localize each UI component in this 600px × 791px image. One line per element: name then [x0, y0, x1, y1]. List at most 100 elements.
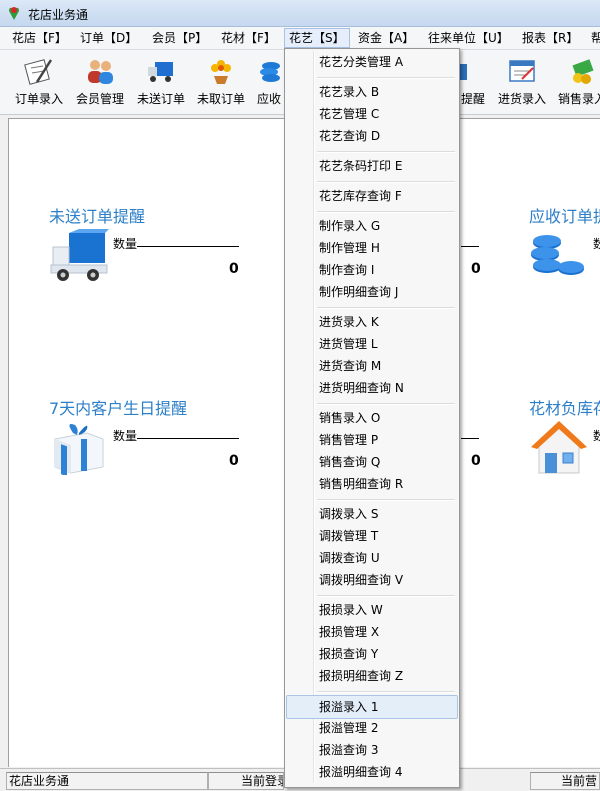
title-bar: 花店业务通 — [0, 0, 600, 27]
menu-item[interactable]: 花艺查询 D — [287, 125, 457, 147]
menu-item-label: 花艺查询 D — [319, 129, 381, 143]
menu-item[interactable]: 花艺管理 C — [287, 103, 457, 125]
menu-item[interactable]: 销售管理 P — [287, 429, 457, 451]
menu-item-label: 报损录入 W — [319, 603, 383, 617]
menu-item[interactable]: 花艺分类管理 A — [287, 51, 457, 73]
middle-top-qty-value: 0 — [471, 261, 481, 277]
toolbar-label: 未送订单 — [136, 92, 185, 106]
birthday-reminder-title[interactable]: 7天内客户生日提醒 — [49, 395, 187, 419]
menu-item-label: 报损管理 X — [319, 625, 380, 639]
menu-item-label: 销售明细查询 R — [319, 477, 404, 491]
menu-bar: 花店【F】 订单【D】 会员【P】 花材【F】 花艺【S】 资金【A】 往来单位… — [0, 27, 600, 50]
menu-item-label: 报溢录入 1 — [319, 700, 379, 714]
menu-item[interactable]: 进货明细查询 N — [287, 377, 457, 399]
toolbar-label: 进货录入 — [497, 92, 546, 106]
toolbar-purchase-entry-button[interactable]: 进货录入 — [494, 54, 550, 110]
menu-order[interactable]: 订单【D】 — [76, 29, 141, 47]
menu-separator — [317, 151, 455, 153]
menu-item-label: 调拨管理 T — [319, 529, 379, 543]
menu-item[interactable]: 报损录入 W — [287, 599, 457, 621]
menu-item[interactable]: 调拨管理 T — [287, 525, 457, 547]
menu-item[interactable]: 进货查询 M — [287, 355, 457, 377]
toolbar-reminder-button[interactable]: 提醒 — [458, 54, 488, 110]
reminder-icon — [459, 64, 467, 80]
birthday-qty-label: 数量 — [113, 429, 138, 443]
menu-item-label: 进货录入 K — [319, 315, 379, 329]
menu-item[interactable]: 调拨录入 S — [287, 503, 457, 525]
menu-item-label: 花艺管理 C — [319, 107, 380, 121]
middle-bottom-qty-line — [461, 438, 479, 439]
menu-item[interactable]: 调拨查询 U — [287, 547, 457, 569]
menu-item-label: 调拨明细查询 V — [319, 573, 404, 587]
menu-member[interactable]: 会员【P】 — [148, 29, 211, 47]
receivable-qty-label: 数 — [593, 235, 600, 252]
menu-item-label: 进货明细查询 N — [319, 381, 404, 395]
sales-entry-icon — [572, 59, 594, 84]
menu-item-label: 进货管理 L — [319, 337, 378, 351]
status-current: 当前营 — [530, 772, 600, 790]
menu-item[interactable]: 制作录入 G — [287, 215, 457, 237]
menu-item[interactable]: 花艺库存查询 F — [287, 185, 457, 207]
menu-item[interactable]: 销售查询 Q — [287, 451, 457, 473]
menu-item-label: 进货查询 M — [319, 359, 382, 373]
purchase-entry-icon — [509, 60, 535, 82]
menu-item-label: 报溢查询 3 — [319, 743, 379, 757]
menu-item[interactable]: 制作查询 I — [287, 259, 457, 281]
negative-stock-title[interactable]: 花材负库存 — [529, 395, 600, 419]
status-app-name: 花店业务通 — [6, 772, 208, 790]
menu-separator — [317, 181, 455, 183]
toolbar-label: 会员管理 — [75, 92, 124, 106]
coins-icon — [260, 62, 280, 82]
menu-item-label: 报损查询 Y — [319, 647, 379, 661]
menu-item[interactable]: 报溢明细查询 4 — [287, 761, 457, 783]
toolbar-receivable-button[interactable]: 应收 — [254, 54, 284, 110]
menu-item[interactable]: 花艺条码打印 E — [287, 155, 457, 177]
toolbar-label: 未取订单 — [196, 92, 245, 106]
menu-item[interactable]: 报损管理 X — [287, 621, 457, 643]
unsent-orders-title[interactable]: 未送订单提醒 — [49, 203, 145, 227]
toolbar-unsent-orders-button[interactable]: 未送订单 — [134, 54, 188, 110]
menu-item[interactable]: 报溢管理 2 — [287, 717, 457, 739]
menu-item-label: 销售管理 P — [319, 433, 379, 447]
menu-shop[interactable]: 花店【F】 — [8, 29, 71, 47]
menu-item[interactable]: 花艺录入 B — [287, 81, 457, 103]
menu-item[interactable]: 进货管理 L — [287, 333, 457, 355]
birthday-qty-line — [137, 438, 239, 439]
toolbar-members-button[interactable]: 会员管理 — [72, 54, 128, 110]
app-logo-icon — [9, 7, 19, 20]
menu-item[interactable]: 销售录入 O — [287, 407, 457, 429]
menu-item[interactable]: 报损查询 Y — [287, 643, 457, 665]
menu-item[interactable]: 报溢查询 3 — [287, 739, 457, 761]
house-icon — [531, 421, 587, 474]
toolbar-sales-entry-button[interactable]: 销售录入 — [554, 54, 600, 110]
menu-item-highlighted[interactable]: 报溢录入 1 — [286, 695, 458, 719]
menu-item[interactable]: 制作管理 H — [287, 237, 457, 259]
menu-item-label: 销售录入 O — [319, 411, 381, 425]
menu-help[interactable]: 帮 — [587, 29, 600, 47]
birthday-qty-value: 0 — [229, 453, 239, 469]
menu-item-label: 制作查询 I — [319, 263, 375, 277]
menu-item[interactable]: 制作明细查询 J — [287, 281, 457, 303]
menu-reports[interactable]: 报表【R】 — [518, 29, 582, 47]
menu-separator — [317, 77, 455, 79]
menu-separator — [317, 211, 455, 213]
toolbar-label: 应收 — [256, 92, 281, 106]
receivable-orders-title[interactable]: 应收订单提 — [529, 203, 600, 227]
unsent-qty-line — [137, 246, 239, 247]
menu-item[interactable]: 调拨明细查询 V — [287, 569, 457, 591]
menu-item[interactable]: 报损明细查询 Z — [287, 665, 457, 687]
toolbar-uncollected-orders-button[interactable]: 未取订单 — [194, 54, 248, 110]
menu-partners[interactable]: 往来单位【U】 — [424, 29, 513, 47]
menu-funds[interactable]: 资金【A】 — [354, 29, 418, 47]
toolbar-order-entry-button[interactable]: 订单录入 — [12, 54, 66, 110]
delivery-truck-icon — [50, 229, 109, 281]
menu-floral-art[interactable]: 花艺【S】 — [284, 28, 350, 48]
truck-icon — [148, 62, 173, 82]
coin-stack-icon — [531, 235, 584, 275]
menu-material[interactable]: 花材【F】 — [217, 29, 280, 47]
menu-item[interactable]: 销售明细查询 R — [287, 473, 457, 495]
menu-separator — [317, 307, 455, 309]
flower-icon — [211, 60, 231, 84]
menu-separator — [317, 595, 455, 597]
menu-item[interactable]: 进货录入 K — [287, 311, 457, 333]
